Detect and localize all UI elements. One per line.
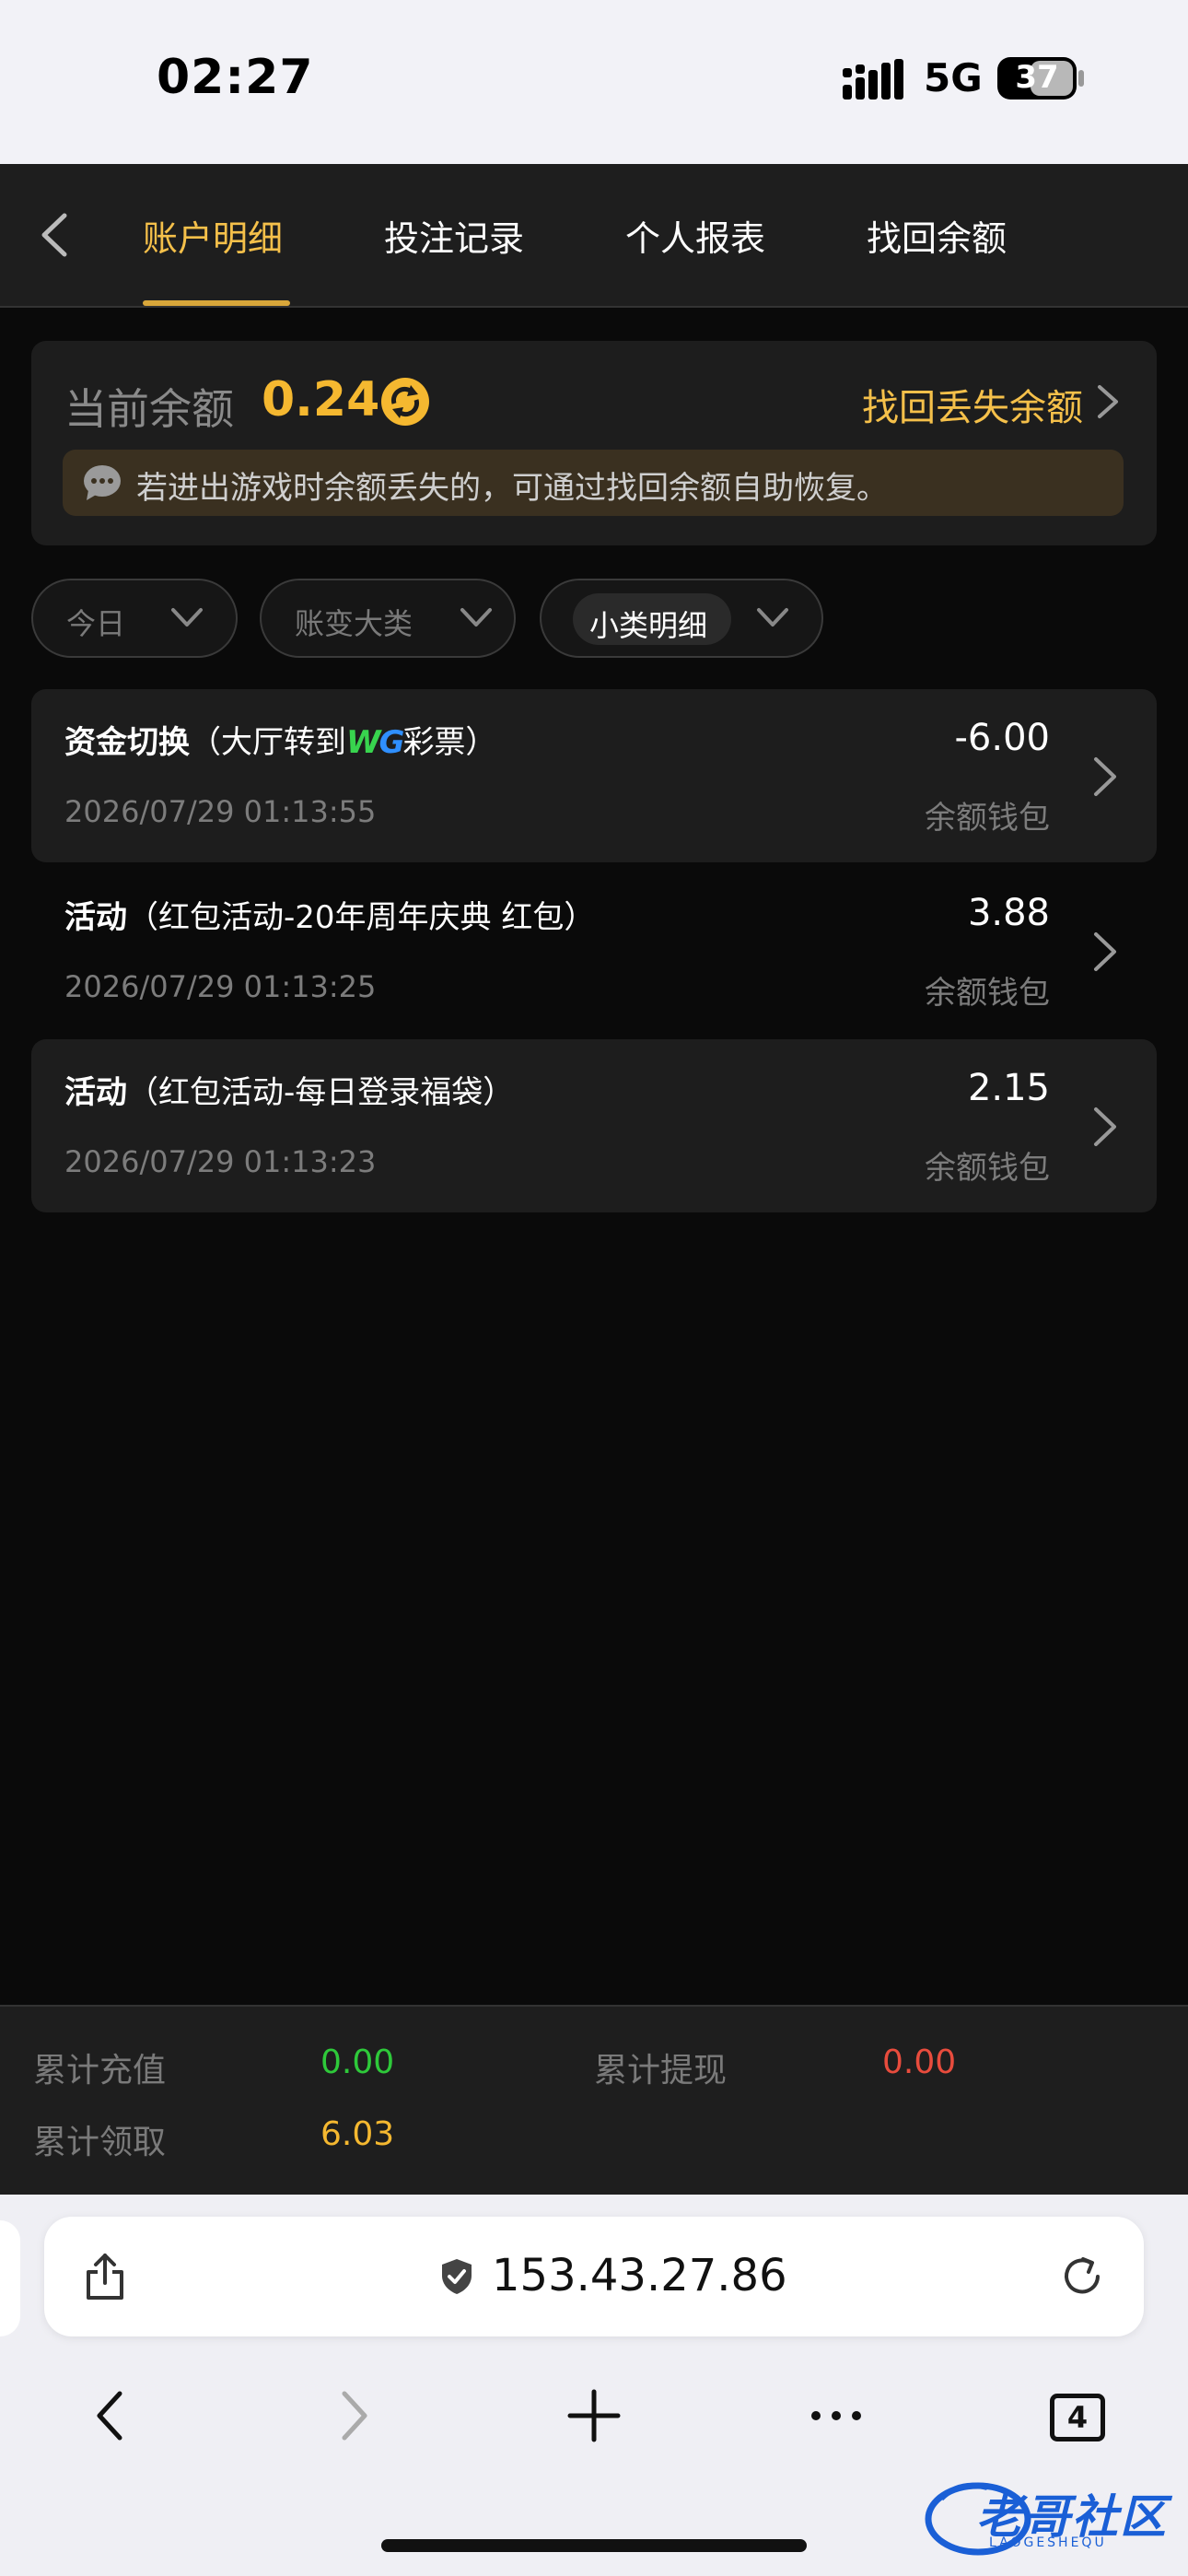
status-time: 02:27	[157, 50, 314, 105]
balance-label: 当前余额	[64, 384, 234, 434]
browser-chrome: 153.43.27.86 4 老哥社区 LAOGESHEQU	[0, 2195, 1188, 2576]
chevron-right-icon	[1094, 757, 1116, 796]
shield-icon	[442, 2259, 472, 2294]
record-wallet: 余额钱包	[925, 975, 1050, 1012]
recover-lost-balance-link[interactable]: 找回丢失余额	[862, 378, 1083, 431]
wg-logo: WG	[346, 724, 404, 761]
tab-account-detail[interactable]: 账户明细	[143, 210, 283, 261]
record-category: 活动	[64, 899, 127, 936]
record-time: 2026/07/29 01:13:55	[64, 794, 377, 829]
record-row[interactable]: 资金切换（大厅转到WG彩票） 2026/07/29 01:13:55 -6.00…	[31, 689, 1157, 862]
browser-back-icon[interactable]	[92, 2388, 129, 2443]
tab-personal-report[interactable]: 个人报表	[625, 210, 765, 261]
record-amount: -6.00	[954, 717, 1051, 759]
subcategory-filter-label: 小类明细	[589, 608, 708, 643]
record-title: 资金切换（大厅转到WG彩票）	[64, 717, 496, 762]
record-row[interactable]: 活动（红包活动-20年周年庆典 红包） 2026/07/29 01:13:25 …	[31, 864, 1157, 1037]
browser-forward-icon[interactable]	[335, 2388, 372, 2443]
balance-tip-text: 若进出游戏时余额丢失的，可通过找回余额自助恢复。	[136, 470, 888, 507]
battery-tip	[1078, 70, 1084, 87]
new-tab-icon[interactable]	[567, 2388, 621, 2443]
record-amount: 3.88	[967, 892, 1050, 934]
claim-total-value: 6.03	[320, 2115, 395, 2153]
chevron-right-icon[interactable]	[1096, 383, 1120, 420]
address-bar[interactable]: 153.43.27.86	[44, 2217, 1144, 2336]
previous-tab-card[interactable]	[0, 2220, 20, 2336]
record-category: 活动	[64, 1074, 127, 1111]
watermark-logo: 老哥社区 LAOGESHEQU	[923, 2471, 1173, 2559]
category-filter[interactable]: 账变大类	[260, 579, 516, 658]
record-time: 2026/07/29 01:13:23	[64, 1144, 377, 1179]
chevron-right-icon	[1094, 1107, 1116, 1146]
share-icon[interactable]	[83, 2252, 127, 2301]
more-options-icon[interactable]	[810, 2388, 862, 2443]
date-filter[interactable]: 今日	[31, 579, 238, 658]
subcategory-filter[interactable]: 小类明细	[540, 579, 823, 658]
category-filter-label: 账变大类	[295, 606, 413, 641]
chevron-down-icon	[460, 608, 492, 626]
url-text[interactable]: 153.43.27.86	[492, 2250, 787, 2301]
chevron-down-icon	[171, 608, 203, 626]
active-tab-indicator	[143, 300, 290, 306]
balance-tip-bar: 若进出游戏时余额丢失的，可通过找回余额自助恢复。	[63, 450, 1124, 516]
status-bar: 02:27 5G 37	[0, 0, 1188, 164]
signal-icon	[843, 59, 903, 100]
deposit-total-label: 累计充值	[33, 2052, 167, 2090]
home-indicator	[381, 2539, 807, 2552]
tabs-count-button[interactable]: 4	[1050, 2394, 1105, 2441]
record-title: 活动（红包活动-20年周年庆典 红包）	[64, 892, 595, 937]
date-filter-label: 今日	[66, 606, 126, 641]
battery-icon: 37	[997, 57, 1077, 100]
claim-total-label: 累计领取	[33, 2124, 167, 2161]
tab-recover-balance[interactable]: 找回余额	[867, 210, 1007, 261]
withdraw-total-value: 0.00	[882, 2043, 957, 2081]
record-detail: （红包活动-20年周年庆典 红包）	[127, 899, 596, 936]
record-detail-post: 彩票）	[402, 724, 497, 761]
record-wallet: 余额钱包	[925, 800, 1050, 837]
back-chevron-icon[interactable]	[35, 212, 76, 258]
battery-level: 37	[1015, 59, 1059, 96]
record-category: 资金切换	[64, 724, 190, 761]
tab-bet-records[interactable]: 投注记录	[384, 210, 524, 261]
record-row[interactable]: 活动（红包活动-每日登录福袋） 2026/07/29 01:13:23 2.15…	[31, 1039, 1157, 1212]
deposit-total-value: 0.00	[320, 2043, 395, 2081]
record-title: 活动（红包活动-每日登录福袋）	[64, 1067, 514, 1112]
record-time: 2026/07/29 01:13:25	[64, 969, 377, 1004]
record-wallet: 余额钱包	[925, 1150, 1050, 1187]
reload-icon[interactable]	[1059, 2254, 1105, 2300]
network-label: 5G	[924, 55, 983, 100]
summary-footer: 累计充值 0.00 累计提现 0.00 累计领取 6.03	[0, 2005, 1188, 2195]
balance-value: 0.24	[262, 372, 380, 427]
record-detail-pre: （大厅转到	[190, 724, 346, 761]
chevron-right-icon	[1094, 932, 1116, 971]
subcategory-pill: 小类明细	[573, 593, 731, 645]
refresh-balance-icon[interactable]	[379, 376, 431, 427]
balance-card: 当前余额 0.24 找回丢失余额 若进出游戏时余额丢失的，可通过找回余额自助恢复…	[31, 341, 1157, 545]
top-nav: 账户明细 投注记录 个人报表 找回余额	[0, 164, 1188, 308]
chevron-down-icon	[757, 608, 788, 626]
chat-bubble-icon	[84, 465, 121, 500]
record-amount: 2.15	[967, 1067, 1050, 1109]
withdraw-total-label: 累计提现	[594, 2052, 728, 2090]
record-detail: （红包活动-每日登录福袋）	[127, 1074, 515, 1111]
